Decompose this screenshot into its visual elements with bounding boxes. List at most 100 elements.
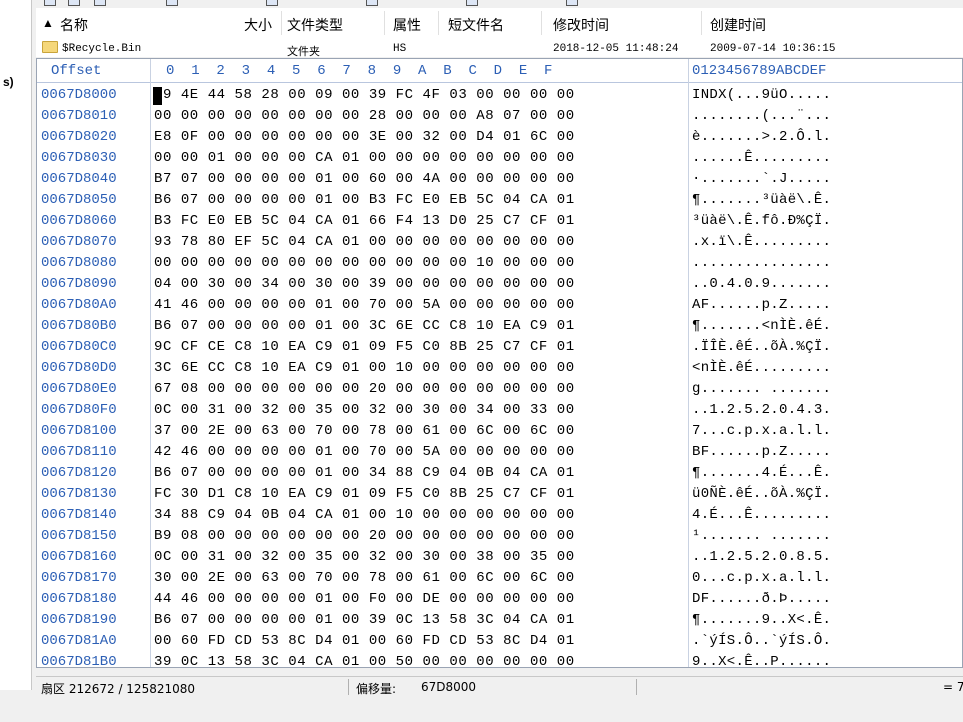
hex-row-ascii[interactable]: 7...c.p.x.a.l.l. xyxy=(692,423,831,439)
hex-row-ascii[interactable]: ¶.......<nÌÈ.êÉ. xyxy=(692,318,831,334)
hex-row[interactable]: 0067D8020 E8 0F 00 00 00 00 00 00 3E 00 3… xyxy=(37,127,962,148)
copy-icon[interactable] xyxy=(94,0,106,6)
hex-row-ascii[interactable]: ......Ê......... xyxy=(692,150,831,166)
hex-row[interactable]: 0067D8120 B6 07 00 00 00 00 01 00 34 88 C… xyxy=(37,463,962,484)
hex-row[interactable]: 0067D8000 49 4E 44 58 28 00 09 00 39 FC 4… xyxy=(37,85,962,106)
save-icon[interactable] xyxy=(68,0,80,6)
hex-row-bytes[interactable]: 0C 00 31 00 32 00 35 00 32 00 30 00 38 0… xyxy=(154,549,575,565)
col-size[interactable]: 大小 xyxy=(244,15,272,35)
hex-row-bytes[interactable]: E8 0F 00 00 00 00 00 00 3E 00 32 00 D4 0… xyxy=(154,129,575,145)
hex-row[interactable]: 0067D8050 B6 07 00 00 00 00 01 00 B3 FC E… xyxy=(37,190,962,211)
goto-icon[interactable] xyxy=(366,0,378,6)
hex-row-bytes[interactable]: 67 08 00 00 00 00 00 00 20 00 00 00 00 0… xyxy=(154,381,575,397)
hex-row[interactable]: 0067D80D0 3C 6E CC C8 10 EA C9 01 00 10 0… xyxy=(37,358,962,379)
hex-row-bytes[interactable]: 39 0C 13 58 3C 04 CA 01 00 50 00 00 00 0… xyxy=(154,654,575,667)
hex-row[interactable]: 0067D8110 42 46 00 00 00 00 01 00 70 00 5… xyxy=(37,442,962,463)
col-created[interactable]: 创建时间 xyxy=(710,15,766,35)
col-modified[interactable]: 修改时间 xyxy=(553,15,609,35)
hex-row-ascii[interactable]: 4.É...Ê......... xyxy=(692,507,831,523)
hex-row[interactable]: 0067D8130 FC 30 D1 C8 10 EA C9 01 09 F5 C… xyxy=(37,484,962,505)
hex-row-bytes[interactable]: B6 07 00 00 00 00 01 00 3C 6E CC C8 10 E… xyxy=(154,318,575,334)
hex-row[interactable]: 0067D80C0 9C CF CE C8 10 EA C9 01 09 F5 C… xyxy=(37,337,962,358)
hex-view[interactable]: Offset 0 1 2 3 4 5 6 7 8 9 A B C D E F 0… xyxy=(36,58,963,668)
hex-row-bytes[interactable]: B3 FC E0 EB 5C 04 CA 01 66 F4 13 D0 25 C… xyxy=(154,213,575,229)
hex-row-bytes[interactable]: B6 07 00 00 00 00 01 00 34 88 C9 04 0B 0… xyxy=(154,465,575,481)
hex-row[interactable]: 0067D8150 B9 08 00 00 00 00 00 00 20 00 0… xyxy=(37,526,962,547)
hex-row-ascii[interactable]: 0...c.p.x.a.l.l. xyxy=(692,570,831,586)
hex-row-bytes[interactable]: B6 07 00 00 00 00 01 00 39 0C 13 58 3C 0… xyxy=(154,612,575,628)
hex-row[interactable]: 0067D8040 B7 07 00 00 00 00 01 00 60 00 4… xyxy=(37,169,962,190)
hex-row[interactable]: 0067D8010 00 00 00 00 00 00 00 00 28 00 0… xyxy=(37,106,962,127)
hex-row[interactable]: 0067D8070 93 78 80 EF 5C 04 CA 01 00 00 0… xyxy=(37,232,962,253)
hex-row-bytes[interactable]: 34 88 C9 04 0B 04 CA 01 00 10 00 00 00 0… xyxy=(154,507,575,523)
hex-row[interactable]: 0067D80F0 0C 00 31 00 32 00 35 00 32 00 3… xyxy=(37,400,962,421)
hex-row-bytes[interactable]: 00 00 00 00 00 00 00 00 00 00 00 00 10 0… xyxy=(154,255,575,271)
hex-row-ascii[interactable]: <nÌÈ.êÉ......... xyxy=(692,360,831,376)
hex-row[interactable]: 0067D8190 B6 07 00 00 00 00 01 00 39 0C 1… xyxy=(37,610,962,631)
hex-row-bytes[interactable]: 93 78 80 EF 5C 04 CA 01 00 00 00 00 00 0… xyxy=(154,234,575,250)
hex-row-bytes[interactable]: 04 00 30 00 34 00 30 00 39 00 00 00 00 0… xyxy=(154,276,575,292)
open-icon[interactable] xyxy=(44,0,56,6)
hex-row-bytes[interactable]: 0C 00 31 00 32 00 35 00 32 00 30 00 34 0… xyxy=(154,402,575,418)
hex-row-bytes[interactable]: 00 00 00 00 00 00 00 00 28 00 00 00 A8 0… xyxy=(154,108,575,124)
hex-row[interactable]: 0067D8160 0C 00 31 00 32 00 35 00 32 00 3… xyxy=(37,547,962,568)
hex-row-bytes[interactable]: 00 60 FD CD 53 8C D4 01 00 60 FD CD 53 8… xyxy=(154,633,575,649)
hex-row-bytes[interactable]: 49 4E 44 58 28 00 09 00 39 FC 4F 03 00 0… xyxy=(154,87,575,103)
hex-row-bytes[interactable]: 30 00 2E 00 63 00 70 00 78 00 61 00 6C 0… xyxy=(154,570,575,586)
col-type[interactable]: 文件类型 xyxy=(287,15,343,35)
hex-row-bytes[interactable]: 41 46 00 00 00 00 01 00 70 00 5A 00 00 0… xyxy=(154,297,575,313)
hex-row-bytes[interactable]: 9C CF CE C8 10 EA C9 01 09 F5 C0 8B 25 C… xyxy=(154,339,575,355)
hex-row-ascii[interactable]: ..0.4.0.9....... xyxy=(692,276,831,292)
file-row[interactable]: $Recycle.Bin 文件夹 HS 2018-12-05 11:48:24 … xyxy=(36,39,963,57)
hex-row[interactable]: 0067D8030 00 00 01 00 00 00 CA 01 00 00 0… xyxy=(37,148,962,169)
hex-row-bytes[interactable]: 44 46 00 00 00 00 01 00 F0 00 DE 00 00 0… xyxy=(154,591,575,607)
col-name[interactable]: 名称 xyxy=(60,15,88,35)
hex-row[interactable]: 0067D81B0 39 0C 13 58 3C 04 CA 01 00 50 0… xyxy=(37,652,962,667)
hex-row-ascii[interactable]: ¶.......9..X<.Ê. xyxy=(692,612,831,628)
hex-row[interactable]: 0067D8060 B3 FC E0 EB 5C 04 CA 01 66 F4 1… xyxy=(37,211,962,232)
hex-row[interactable]: 0067D8170 30 00 2E 00 63 00 70 00 78 00 6… xyxy=(37,568,962,589)
hex-row-ascii[interactable]: .`ýÍS.Ô..`ýÍS.Ô. xyxy=(692,633,831,649)
find-icon[interactable] xyxy=(266,0,278,6)
hex-row-ascii[interactable]: ·.......`.J..... xyxy=(692,171,831,187)
hex-row[interactable]: 0067D80B0 B6 07 00 00 00 00 01 00 3C 6E C… xyxy=(37,316,962,337)
hex-row-ascii[interactable]: ........(...¨... xyxy=(692,108,831,124)
hex-row-ascii[interactable]: ü0ÑÈ.êÉ..õÀ.%ÇÏ. xyxy=(692,486,831,502)
hex-row-bytes[interactable]: B6 07 00 00 00 00 01 00 B3 FC E0 EB 5C 0… xyxy=(154,192,575,208)
hex-row[interactable]: 0067D8140 34 88 C9 04 0B 04 CA 01 00 10 0… xyxy=(37,505,962,526)
hex-row-ascii[interactable]: ..1.2.5.2.0.4.3. xyxy=(692,402,831,418)
hex-row-ascii[interactable]: ¹....... ....... xyxy=(692,528,831,544)
hex-row[interactable]: 0067D8100 37 00 2E 00 63 00 70 00 78 00 6… xyxy=(37,421,962,442)
hex-row-bytes[interactable]: 3C 6E CC C8 10 EA C9 01 00 10 00 00 00 0… xyxy=(154,360,575,376)
hex-row-ascii[interactable]: 9..X<.Ê..P...... xyxy=(692,654,831,667)
hex-row-bytes[interactable]: 37 00 2E 00 63 00 70 00 78 00 61 00 6C 0… xyxy=(154,423,575,439)
hex-row-ascii[interactable]: g....... ....... xyxy=(692,381,831,397)
hex-row-ascii[interactable]: ¶.......³üàë\.Ê. xyxy=(692,192,831,208)
col-short-name[interactable]: 短文件名 xyxy=(448,15,504,35)
hex-row[interactable]: 0067D80E0 67 08 00 00 00 00 00 00 20 00 0… xyxy=(37,379,962,400)
hex-row-ascii[interactable]: .x.ï\.Ê......... xyxy=(692,234,831,250)
hex-row-ascii[interactable]: ³üàë\.Ê.fô.Ð%ÇÏ. xyxy=(692,213,831,229)
hex-row[interactable]: 0067D81A0 00 60 FD CD 53 8C D4 01 00 60 F… xyxy=(37,631,962,652)
hex-row-bytes[interactable]: FC 30 D1 C8 10 EA C9 01 09 F5 C0 8B 25 C… xyxy=(154,486,575,502)
undo-icon[interactable] xyxy=(166,0,178,6)
disk-icon[interactable] xyxy=(466,0,478,6)
hex-row-bytes[interactable]: B9 08 00 00 00 00 00 00 20 00 00 00 00 0… xyxy=(154,528,575,544)
hex-row-ascii[interactable]: è.......>.2.Ô.l. xyxy=(692,129,831,145)
hex-row-ascii[interactable]: DF......ð.Þ..... xyxy=(692,591,831,607)
hex-row[interactable]: 0067D80A0 41 46 00 00 00 00 01 00 70 00 5… xyxy=(37,295,962,316)
hex-row[interactable]: 0067D8080 00 00 00 00 00 00 00 00 00 00 0… xyxy=(37,253,962,274)
hex-row-bytes[interactable]: B7 07 00 00 00 00 01 00 60 00 4A 00 00 0… xyxy=(154,171,575,187)
hex-row-ascii[interactable]: AF......p.Z..... xyxy=(692,297,831,313)
hex-row-ascii[interactable]: BF......p.Z..... xyxy=(692,444,831,460)
settings-icon[interactable] xyxy=(566,0,578,6)
hex-row[interactable]: 0067D8090 04 00 30 00 34 00 30 00 39 00 0… xyxy=(37,274,962,295)
col-attr[interactable]: 属性 xyxy=(393,15,421,35)
hex-row-ascii[interactable]: ..1.2.5.2.0.8.5. xyxy=(692,549,831,565)
hex-row-ascii[interactable]: INDX(...9üO..... xyxy=(692,87,831,103)
hex-row-ascii[interactable]: .ÏÎÈ.êÉ..õÀ.%ÇÏ. xyxy=(692,339,831,355)
hex-row[interactable]: 0067D8180 44 46 00 00 00 00 01 00 F0 00 D… xyxy=(37,589,962,610)
hex-row-bytes[interactable]: 00 00 01 00 00 00 CA 01 00 00 00 00 00 0… xyxy=(154,150,575,166)
hex-row-ascii[interactable]: ¶.......4.É...Ê. xyxy=(692,465,831,481)
hex-row-bytes[interactable]: 42 46 00 00 00 00 01 00 70 00 5A 00 00 0… xyxy=(154,444,575,460)
